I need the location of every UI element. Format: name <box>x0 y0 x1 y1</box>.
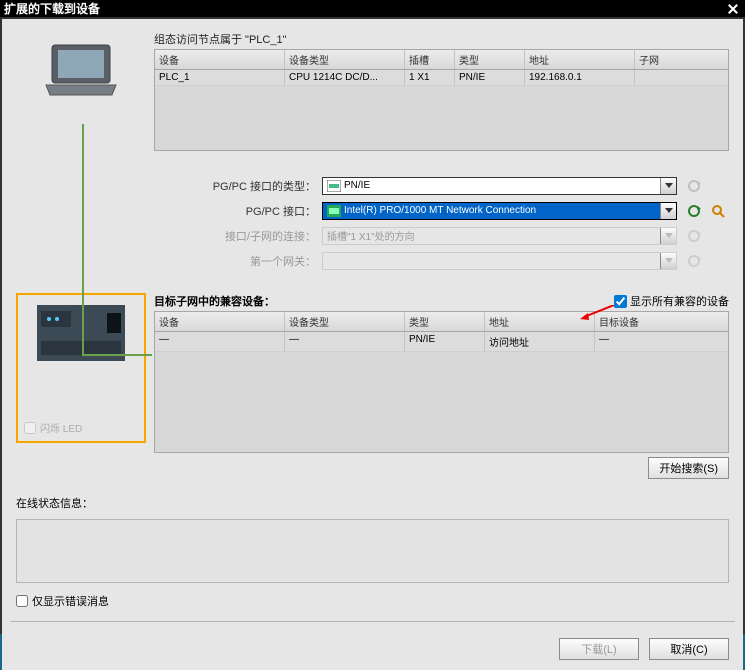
search-icon[interactable] <box>707 200 729 221</box>
flash-led-option[interactable]: 闪烁 LED <box>24 420 138 435</box>
pgpc-iface-combo[interactable]: Intel(R) PRO/1000 MT Network Connection <box>322 202 677 220</box>
flash-led-label: 闪烁 LED <box>40 420 82 435</box>
show-all-label: 显示所有兼容的设备 <box>630 293 729 309</box>
titlebar: 扩展的下载到设备 <box>0 0 745 17</box>
cell-slot: 1 X1 <box>405 70 455 85</box>
cell-target: — <box>595 332 728 351</box>
cell-device-type: — <box>285 332 405 351</box>
spacer <box>707 225 729 246</box>
connection-wire-h <box>82 354 152 356</box>
col-target: 目标设备 <box>595 312 728 331</box>
table-row[interactable]: — — PN/IE 访问地址 — <box>155 332 728 352</box>
show-all-checkbox[interactable] <box>614 295 627 308</box>
col-address: 地址 <box>525 50 635 69</box>
refresh-icon <box>683 250 705 271</box>
refresh-icon[interactable] <box>683 200 705 221</box>
cell-device-type: CPU 1214C DC/D... <box>285 70 405 85</box>
divider <box>10 621 735 622</box>
errors-only-label: 仅显示错误消息 <box>32 593 109 609</box>
cell-address: 192.168.0.1 <box>525 70 635 85</box>
window-title: 扩展的下载到设备 <box>4 0 725 17</box>
access-nodes-table: 设备 设备类型 插槽 类型 地址 子网 PLC_1 CPU 1214C DC/D… <box>154 49 729 151</box>
subnet-combo: 插槽"1 X1"处的方向 <box>322 227 677 245</box>
col-device: 设备 <box>155 312 285 331</box>
col-slot: 插槽 <box>405 50 455 69</box>
cell-type: PN/IE <box>455 70 525 85</box>
start-search-button[interactable]: 开始搜索(S) <box>648 457 729 479</box>
show-all-option[interactable]: 显示所有兼容的设备 <box>614 293 729 309</box>
refresh-icon <box>683 225 705 246</box>
pgpc-iface-value: Intel(R) PRO/1000 MT Network Connection <box>344 205 536 216</box>
pgpc-type-combo[interactable]: PN/IE <box>322 177 677 195</box>
col-device-type: 设备类型 <box>285 312 405 331</box>
access-nodes-caption: 组态访问节点属于 "PLC_1" <box>154 31 729 47</box>
chevron-down-icon <box>660 228 676 244</box>
refresh-icon <box>683 175 705 196</box>
col-type: 类型 <box>405 312 485 331</box>
col-type: 类型 <box>455 50 525 69</box>
online-status-box <box>16 519 729 583</box>
nic-icon <box>327 205 341 217</box>
col-device-type: 设备类型 <box>285 50 405 69</box>
gateway-label: 第一个网关： <box>156 253 316 269</box>
table-row[interactable]: PLC_1 CPU 1214C DC/D... 1 X1 PN/IE 192.1… <box>155 70 728 86</box>
pnie-icon <box>327 180 341 192</box>
col-subnet: 子网 <box>635 50 728 69</box>
chevron-down-icon <box>660 253 676 269</box>
pgpc-type-value: PN/IE <box>344 180 370 191</box>
subnet-placeholder: 插槽"1 X1"处的方向 <box>327 228 415 243</box>
cell-type: PN/IE <box>405 332 485 351</box>
col-address: 地址 <box>485 312 595 331</box>
pgpc-iface-label: PG/PC 接口： <box>156 203 316 219</box>
target-device-panel: 闪烁 LED <box>16 293 146 443</box>
errors-only-checkbox[interactable] <box>16 595 28 607</box>
chevron-down-icon[interactable] <box>660 203 676 219</box>
spacer <box>707 250 729 271</box>
gateway-combo <box>322 252 677 270</box>
chevron-down-icon[interactable] <box>660 178 676 194</box>
cancel-button[interactable]: 取消(C) <box>649 638 729 660</box>
flash-led-checkbox <box>24 422 36 434</box>
download-button[interactable]: 下载(L) <box>559 638 639 660</box>
cell-address: 访问地址 <box>485 332 595 351</box>
col-device: 设备 <box>155 50 285 69</box>
compatible-devices-label: 目标子网中的兼容设备： <box>154 293 614 309</box>
laptop-panel <box>16 31 146 151</box>
pgpc-type-label: PG/PC 接口的类型： <box>156 178 316 194</box>
laptop-icon <box>42 41 120 99</box>
cell-device: PLC_1 <box>155 70 285 85</box>
connection-wire <box>82 124 84 354</box>
spacer <box>707 175 729 196</box>
cell-subnet <box>635 70 728 85</box>
errors-only-option[interactable]: 仅显示错误消息 <box>16 593 729 609</box>
close-icon[interactable] <box>725 1 741 17</box>
cell-device: — <box>155 332 285 351</box>
compatible-devices-table: 设备 设备类型 类型 地址 目标设备 — — PN/IE 访问地址 — <box>154 311 729 453</box>
online-status-label: 在线状态信息： <box>16 495 729 511</box>
subnet-label: 接口/子网的连接： <box>156 228 316 244</box>
